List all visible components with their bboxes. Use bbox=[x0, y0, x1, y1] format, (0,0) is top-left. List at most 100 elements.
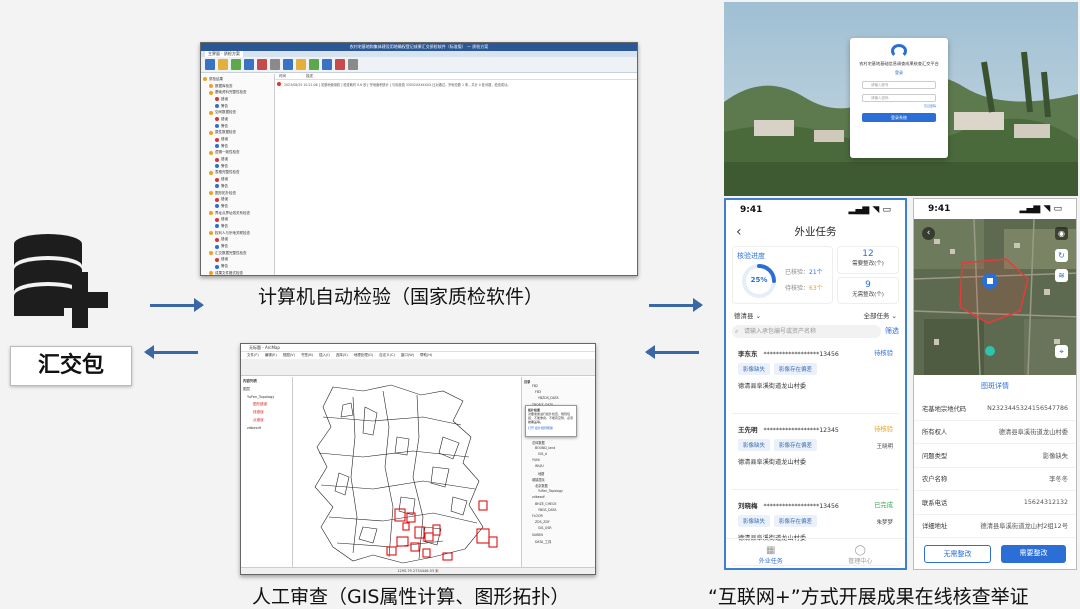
tree-item[interactable]: 权利人与宗地关联检查 bbox=[201, 230, 274, 237]
toolbar-button[interactable] bbox=[205, 59, 215, 70]
tree-item[interactable]: 错误 bbox=[201, 116, 274, 123]
tree-item[interactable]: 图形拓扑检查 bbox=[201, 190, 274, 197]
toc-item[interactable]: 点错误 bbox=[243, 418, 290, 423]
tree-item[interactable]: 错误 bbox=[201, 96, 274, 103]
tree-item[interactable]: 逻辑一致性检查 bbox=[201, 150, 274, 157]
menu-item[interactable]: 自定义(C) bbox=[379, 353, 395, 358]
map-canvas[interactable]: 拓扑检查 对要素类进行拓扑检查，规则包括：不能重叠、不能有空隙、必须被覆盖等。 … bbox=[293, 377, 577, 567]
refresh-icon[interactable]: ↻ bbox=[1055, 249, 1068, 262]
tree-item[interactable]: 警告 bbox=[201, 143, 274, 150]
layers-icon[interactable]: ≋ bbox=[1055, 269, 1068, 282]
menu-item[interactable]: 插入(I) bbox=[319, 353, 330, 358]
menu-item[interactable]: 文件(F) bbox=[247, 353, 259, 358]
menu-item[interactable]: 帮助(H) bbox=[420, 353, 432, 358]
menu-item[interactable]: 编辑(E) bbox=[265, 353, 277, 358]
tree-item[interactable]: 质检结果 bbox=[201, 76, 274, 83]
tree-item[interactable]: 属性数据检查 bbox=[201, 130, 274, 137]
toolbar-button[interactable] bbox=[335, 59, 345, 70]
filter-button[interactable]: 筛选 bbox=[885, 326, 899, 336]
toc-item[interactable]: zdbexdf bbox=[243, 426, 290, 430]
toc-item[interactable]: 线错误 bbox=[243, 410, 290, 415]
toolbar-button[interactable] bbox=[283, 59, 293, 70]
field-task-phone: 9:41 ▂▄▆ ◥ ▭ ‹ 外业任务 核验进度 25% 已核验：21个 待核验：6… bbox=[724, 198, 907, 570]
search-placeholder: 请输入承包编号或资产名称 bbox=[744, 327, 817, 335]
tooltip-text: 对要素类进行拓扑检查，规则包括：不能重叠、不能有空隙、必须被覆盖等。 bbox=[528, 412, 574, 424]
locate-icon[interactable]: ⌖ bbox=[1055, 345, 1068, 358]
user-icon[interactable]: ◉ bbox=[1055, 227, 1068, 240]
no-rectify-button[interactable]: 无需整改 bbox=[924, 545, 991, 563]
check-tree[interactable]: 质检结果 数据库检查 基础资料完整性检查 错误 警告 空间数据检查 错误 警告 属性数据检查 错误… bbox=[201, 74, 275, 275]
search-input[interactable]: ⌕ 请输入承包编号或资产名称 bbox=[732, 324, 881, 338]
tree-item[interactable]: 警告 bbox=[201, 183, 274, 190]
back-icon[interactable]: ‹ bbox=[736, 220, 742, 244]
manual-review-caption: 人工审查（GIS属性计算、图形拓扑） bbox=[252, 586, 570, 608]
nav-field-task[interactable]: ▦ 外业任务 bbox=[726, 539, 816, 568]
password-input[interactable]: 请输入密码 bbox=[862, 94, 936, 102]
tree-item[interactable]: 错误 bbox=[201, 196, 274, 203]
task-card[interactable]: 李东东 ******************13456 待核验 影像缺失 影像存在偏差德… bbox=[732, 344, 899, 414]
catalog-item[interactable]: DATA_工具 bbox=[524, 539, 593, 545]
tree-item[interactable]: 警告 bbox=[201, 243, 274, 250]
toolbar-button[interactable] bbox=[257, 59, 267, 70]
forgot-password-link[interactable]: 忘记密码 bbox=[862, 104, 936, 108]
toolbar-button[interactable] bbox=[244, 59, 254, 70]
tree-item[interactable]: 表格完整性检查 bbox=[201, 170, 274, 177]
toc-item[interactable]: 图形错误 bbox=[243, 402, 290, 407]
tree-node-icon bbox=[215, 257, 219, 262]
menu-item[interactable]: 窗口(W) bbox=[401, 353, 414, 358]
tree-item[interactable]: 错误 bbox=[201, 216, 274, 223]
satellite-map[interactable]: ‹ ◉ ↻ ≋ ⌖ bbox=[914, 219, 1076, 375]
toolbar-button[interactable] bbox=[309, 59, 319, 70]
tree-item[interactable]: 基础资料完整性检查 bbox=[201, 89, 274, 96]
tree-item-label: 警告 bbox=[221, 123, 228, 128]
task-filter-value: 全部任务 bbox=[863, 312, 890, 320]
toolbar-button[interactable] bbox=[270, 59, 280, 70]
menu-item[interactable]: 视图(V) bbox=[283, 353, 295, 358]
tree-item[interactable]: 错误 bbox=[201, 237, 274, 244]
toolbar-button[interactable] bbox=[231, 59, 241, 70]
tree-item[interactable]: 警告 bbox=[201, 263, 274, 270]
tooltip-link[interactable]: 打开 拓扑规则帮助 bbox=[528, 426, 574, 430]
tree-item[interactable]: 错误 bbox=[201, 136, 274, 143]
tree-item[interactable]: 汇交数据完整性检查 bbox=[201, 250, 274, 257]
nav-management[interactable]: ◯ 管理中心 bbox=[816, 539, 906, 568]
status-time: 9:41 bbox=[740, 205, 763, 215]
tree-item[interactable]: 警告 bbox=[201, 223, 274, 230]
tree-item[interactable]: 错误 bbox=[201, 257, 274, 264]
task-card[interactable]: 王先明 ******************12345 待核验 影像缺失 影像存在偏差王… bbox=[732, 420, 899, 490]
login-button[interactable]: 登录系统 bbox=[862, 113, 936, 122]
status-badge: 待核验 bbox=[874, 426, 893, 433]
back-icon[interactable]: ‹ bbox=[922, 227, 935, 240]
issue-tag: 影像缺失 bbox=[738, 515, 771, 527]
toc-item[interactable]: YuFen_Topology bbox=[243, 395, 290, 399]
rectify-button[interactable]: 需要整改 bbox=[1001, 545, 1066, 563]
toolbar-button[interactable] bbox=[322, 59, 332, 70]
tree-item[interactable]: 数据库检查 bbox=[201, 83, 274, 90]
toolbar-button[interactable] bbox=[218, 59, 228, 70]
tree-item[interactable]: 警告 bbox=[201, 123, 274, 130]
tree-item[interactable]: 错误 bbox=[201, 176, 274, 183]
tree-item-label: 警告 bbox=[221, 244, 228, 249]
tree-item[interactable]: 错误 bbox=[201, 156, 274, 163]
qc-software-window: 农村宅基地和集体建设用地确权登记成果汇交质检软件（标准版） — 质检方案 主界面… bbox=[200, 42, 638, 276]
username-input[interactable]: 请输入账号 bbox=[862, 81, 936, 89]
toc-item[interactable]: 图层 bbox=[243, 387, 290, 392]
tree-item[interactable]: 界址点界址线关系检查 bbox=[201, 210, 274, 217]
tree-item[interactable]: 警告 bbox=[201, 163, 274, 170]
toolbar-button[interactable] bbox=[296, 59, 306, 70]
tree-item[interactable]: 警告 bbox=[201, 103, 274, 110]
tree-item[interactable]: 警告 bbox=[201, 203, 274, 210]
tree-item[interactable]: 成果文件格式检查 bbox=[201, 270, 274, 275]
tree-item-label: 错误 bbox=[221, 197, 228, 202]
menu-item[interactable]: 地理处理(G) bbox=[354, 353, 373, 358]
window-tab[interactable]: 主界面 · 质检方案 bbox=[205, 51, 243, 57]
tree-item[interactable]: 空间数据检查 bbox=[201, 109, 274, 116]
result-row[interactable]: 2023/08/25 10:21:08 [ 宅基地使用权 ] 检查耗时 0.6 … bbox=[275, 80, 637, 88]
toolbar-button[interactable] bbox=[348, 59, 358, 70]
detail-row: 农户名称 李冬冬 bbox=[914, 468, 1076, 491]
menu-item[interactable]: 书签(B) bbox=[301, 353, 313, 358]
task-filter-dropdown[interactable]: 全部任务 ⌄ bbox=[863, 310, 897, 320]
menu-item[interactable]: 选择(S) bbox=[336, 353, 348, 358]
county-dropdown[interactable]: 德清县 ⌄ bbox=[734, 310, 761, 320]
tree-item-label: 图形拓扑检查 bbox=[215, 190, 236, 195]
